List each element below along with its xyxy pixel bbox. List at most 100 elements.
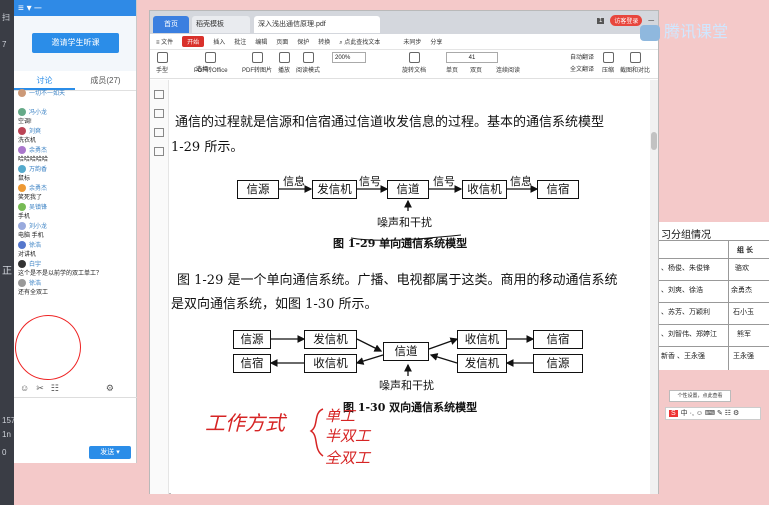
avatar[interactable] — [18, 279, 26, 287]
ime-toolbar[interactable]: S中 ·, ☺ ⌨ ✎ ☷ ⚙ — [665, 407, 761, 420]
chat-tabs: 讨论 成员(27) — [14, 71, 136, 91]
sender-name: 白宇 — [29, 262, 42, 268]
thumbnail-icon[interactable] — [154, 90, 164, 99]
menu-protect[interactable]: 保护 — [297, 37, 309, 46]
avatar[interactable] — [18, 241, 26, 249]
book-icon — [302, 52, 314, 63]
auto-translate-button[interactable]: 自动翻译 — [570, 52, 594, 61]
fig1-source: 信源 — [237, 180, 279, 199]
handwriting-item: 半双工 — [325, 427, 371, 445]
menu-insert[interactable]: 插入 — [213, 37, 225, 46]
avatar[interactable] — [18, 127, 26, 135]
continuous-button[interactable]: 连续阅读 — [496, 65, 520, 74]
page-number-input[interactable]: 41 — [446, 52, 498, 63]
message-input[interactable] — [14, 397, 137, 443]
chat-title-controls[interactable]: ≡ ▾ ─ — [18, 3, 42, 14]
avatar[interactable] — [18, 165, 26, 173]
invite-students-button[interactable]: 邀请学生听课 — [32, 33, 119, 53]
screenshot-button[interactable]: 截图和对比 — [620, 52, 650, 74]
send-button[interactable]: 发送 ▾ — [89, 446, 131, 459]
list-item: 刘爽 洗衣机 — [18, 127, 137, 146]
login-button[interactable]: 访客登录 — [610, 15, 643, 26]
office-icon — [205, 52, 217, 63]
personalize-tip[interactable]: 个性设置，点此查看 — [669, 390, 731, 402]
list-item: 冯小龙 空调! — [18, 108, 137, 127]
tab-home[interactable]: 首页 — [153, 16, 189, 33]
pdf-window: 首页 稻壳模板 深入浅出通信原理.pdf 1 访客登录 ─ ≡ 文件 开始 插入… — [149, 10, 659, 494]
avatar[interactable] — [18, 203, 26, 211]
bookmark-icon[interactable] — [154, 128, 164, 137]
scissors-icon[interactable]: ✂ — [36, 383, 44, 394]
avatar[interactable] — [18, 108, 26, 116]
tab-template[interactable]: 稻壳模板 — [192, 16, 250, 33]
vertical-scrollbar[interactable] — [650, 80, 658, 494]
menu-bar: ≡ 文件 开始 插入 批注 编辑 页面 保护 转换 ⌕ 点此查找文本 未同步 分… — [150, 34, 658, 50]
sender-name: 冯小龙 — [29, 110, 48, 116]
message-text: 电脑 手机 — [18, 233, 44, 239]
invite-area: 邀请学生听课 — [14, 16, 136, 71]
fig1-label: 信息 — [510, 175, 532, 188]
avatar[interactable] — [18, 222, 26, 230]
menu-start[interactable]: 开始 — [182, 36, 205, 47]
menu-file[interactable]: ≡ 文件 — [156, 37, 173, 46]
left-strip: 扫 7 正 157 1n 0 — [0, 0, 15, 505]
list-item: 吴镇锋 手机 — [18, 203, 137, 222]
fig2-receiver-a: 收信机 — [304, 354, 357, 373]
strip-glyph: 7 — [2, 40, 7, 49]
menu-page[interactable]: 页面 — [276, 37, 288, 46]
play-icon — [278, 52, 290, 63]
chat-tools: ☺ ✂ ☷ ⚙ — [14, 380, 137, 396]
chat-title-bar[interactable]: ≡ ▾ ─ — [14, 0, 136, 16]
sync-status[interactable]: 未同步 — [403, 37, 421, 46]
settings-icon[interactable]: ⚙ — [106, 383, 114, 394]
hand-tool[interactable]: 手型 — [156, 52, 168, 74]
menu-edit[interactable]: 编辑 — [255, 37, 267, 46]
fig1-sink: 信宿 — [537, 180, 579, 199]
list-item: 余勇杰 笑死我了 — [18, 184, 137, 203]
single-page-button[interactable]: 单页 — [446, 65, 458, 74]
strip-glyph: 1n — [2, 430, 11, 439]
fig2-channel: 信道 — [383, 342, 429, 361]
tab-members[interactable]: 成员(27) — [75, 71, 136, 90]
handwriting-item: 单工 — [325, 407, 356, 425]
full-translate-button[interactable]: 全文翻译 — [570, 64, 594, 73]
list-item: 徐浩 还有全双工 — [18, 279, 137, 298]
play-button[interactable]: 播放 — [278, 52, 290, 74]
double-page-button[interactable]: 双页 — [470, 65, 482, 74]
slide-fragment: 习分组情况 组 长 、杨俊、朱俊锋 骆欢 、刘爽、徐浩 余勇杰 、苏芳、万颖利 … — [659, 222, 769, 370]
avatar[interactable] — [18, 146, 26, 154]
fig1-label: 信号 — [433, 175, 455, 188]
table-row: 新香 、王永强 王永强 — [659, 346, 769, 364]
tab-document[interactable]: 深入浅出通信原理.pdf — [254, 16, 380, 33]
pdf-to-office-button[interactable]: PDF转Office — [194, 52, 228, 74]
zoom-select[interactable]: 200% — [332, 52, 366, 63]
search-icon[interactable] — [154, 147, 164, 156]
read-mode-button[interactable]: 阅读模式 — [296, 52, 320, 74]
sender-name: 万韵香 — [29, 167, 48, 173]
search-text[interactable]: ⌕ 点此查找文本 — [339, 37, 380, 47]
image-icon[interactable] — [154, 109, 164, 118]
compress-button[interactable]: 压缩 — [602, 52, 614, 74]
menu-convert[interactable]: 转换 — [318, 37, 330, 46]
handwriting-item: 全双工 — [325, 449, 371, 467]
avatar[interactable] — [18, 260, 26, 268]
fig2-source-b: 信源 — [533, 354, 583, 373]
compress-icon — [602, 52, 614, 63]
tab-discussion[interactable]: 讨论 — [14, 71, 75, 90]
rotate-button[interactable]: 旋转文档 — [402, 52, 426, 74]
pdf-to-image-button[interactable]: PDF转图片 — [242, 52, 272, 74]
message-text: 还有全双工 — [18, 290, 49, 296]
emoji-icon[interactable]: ☺ — [20, 383, 29, 393]
image-icon[interactable]: ☷ — [51, 383, 59, 394]
menu-comment[interactable]: 批注 — [234, 37, 246, 46]
fig2-transmitter-a: 发信机 — [304, 330, 357, 349]
sender-name: 吴镇锋 — [29, 205, 48, 211]
scroll-thumb[interactable] — [651, 132, 657, 150]
share-button[interactable]: 分享 — [430, 37, 442, 46]
list-item: 徐浩 对讲机 — [18, 241, 137, 260]
sogou-icon: S — [669, 410, 678, 417]
avatar[interactable] — [18, 89, 26, 97]
slide-title: 习分组情况 — [661, 230, 711, 241]
message-text: 哈哈哈哈哈 — [18, 157, 49, 163]
avatar[interactable] — [18, 184, 26, 192]
